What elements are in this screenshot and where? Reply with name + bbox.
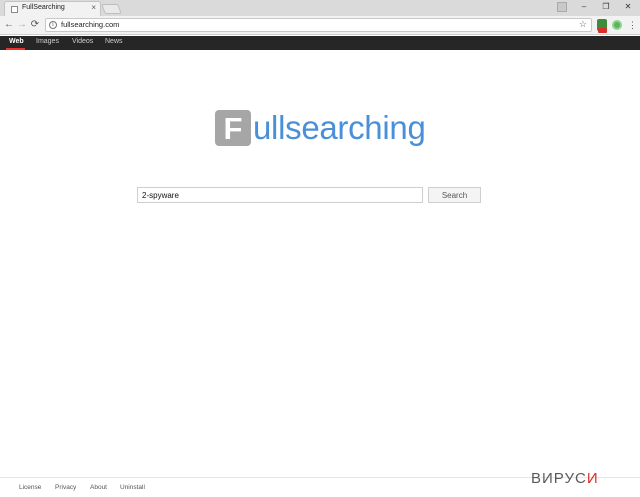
footer-link-license[interactable]: License xyxy=(19,484,41,491)
active-nav-indicator xyxy=(6,48,25,50)
tab-title: FullSearching xyxy=(22,4,65,11)
info-icon[interactable]: i xyxy=(49,21,57,29)
extension-badge xyxy=(598,28,607,33)
search-button[interactable]: Search xyxy=(428,187,481,203)
url-text[interactable]: fullsearching.com xyxy=(61,20,119,29)
site-logo: F ullsearching xyxy=(215,110,430,148)
watermark-accent: И xyxy=(586,470,599,487)
nav-videos[interactable]: Videos xyxy=(72,38,93,45)
extension-icon[interactable] xyxy=(597,19,607,33)
close-window-button[interactable]: ✕ xyxy=(619,1,637,13)
page-icon xyxy=(11,6,18,13)
site-nav: Web Images Videos News xyxy=(0,36,640,50)
extension-green-icon[interactable] xyxy=(612,20,622,30)
nav-images[interactable]: Images xyxy=(36,38,59,45)
browser-toolbar: ← → ⟳ i fullsearching.com ☆ xyxy=(0,16,640,35)
logo-letter: F xyxy=(223,111,243,146)
nav-news[interactable]: News xyxy=(105,38,123,45)
logo-text: ullsearching xyxy=(253,109,426,146)
forward-arrow-icon[interactable]: → xyxy=(16,18,28,32)
footer-link-privacy[interactable]: Privacy xyxy=(55,484,76,491)
bookmark-star-icon[interactable]: ☆ xyxy=(579,19,587,30)
restore-button[interactable]: ❐ xyxy=(597,1,615,13)
new-tab-button[interactable] xyxy=(101,4,122,14)
nav-web[interactable]: Web xyxy=(9,38,24,45)
watermark: ВИРУСИ xyxy=(531,470,599,487)
close-tab-icon[interactable]: × xyxy=(91,3,96,12)
reload-icon[interactable]: ⟳ xyxy=(29,18,41,32)
address-bar[interactable]: i fullsearching.com ☆ xyxy=(45,18,592,32)
browser-tab[interactable]: FullSearching × xyxy=(4,1,101,16)
search-input[interactable] xyxy=(137,187,423,203)
watermark-text: ВИРУС xyxy=(531,470,587,487)
profile-icon[interactable] xyxy=(557,2,567,12)
browser-titlebar: FullSearching × – ❐ ✕ xyxy=(0,0,640,16)
footer-link-about[interactable]: About xyxy=(90,484,107,491)
minimize-button[interactable]: – xyxy=(575,1,593,13)
footer-link-uninstall[interactable]: Uninstall xyxy=(120,484,145,491)
browser-menu-icon[interactable]: ⋮ xyxy=(628,18,637,32)
back-arrow-icon[interactable]: ← xyxy=(3,18,15,32)
